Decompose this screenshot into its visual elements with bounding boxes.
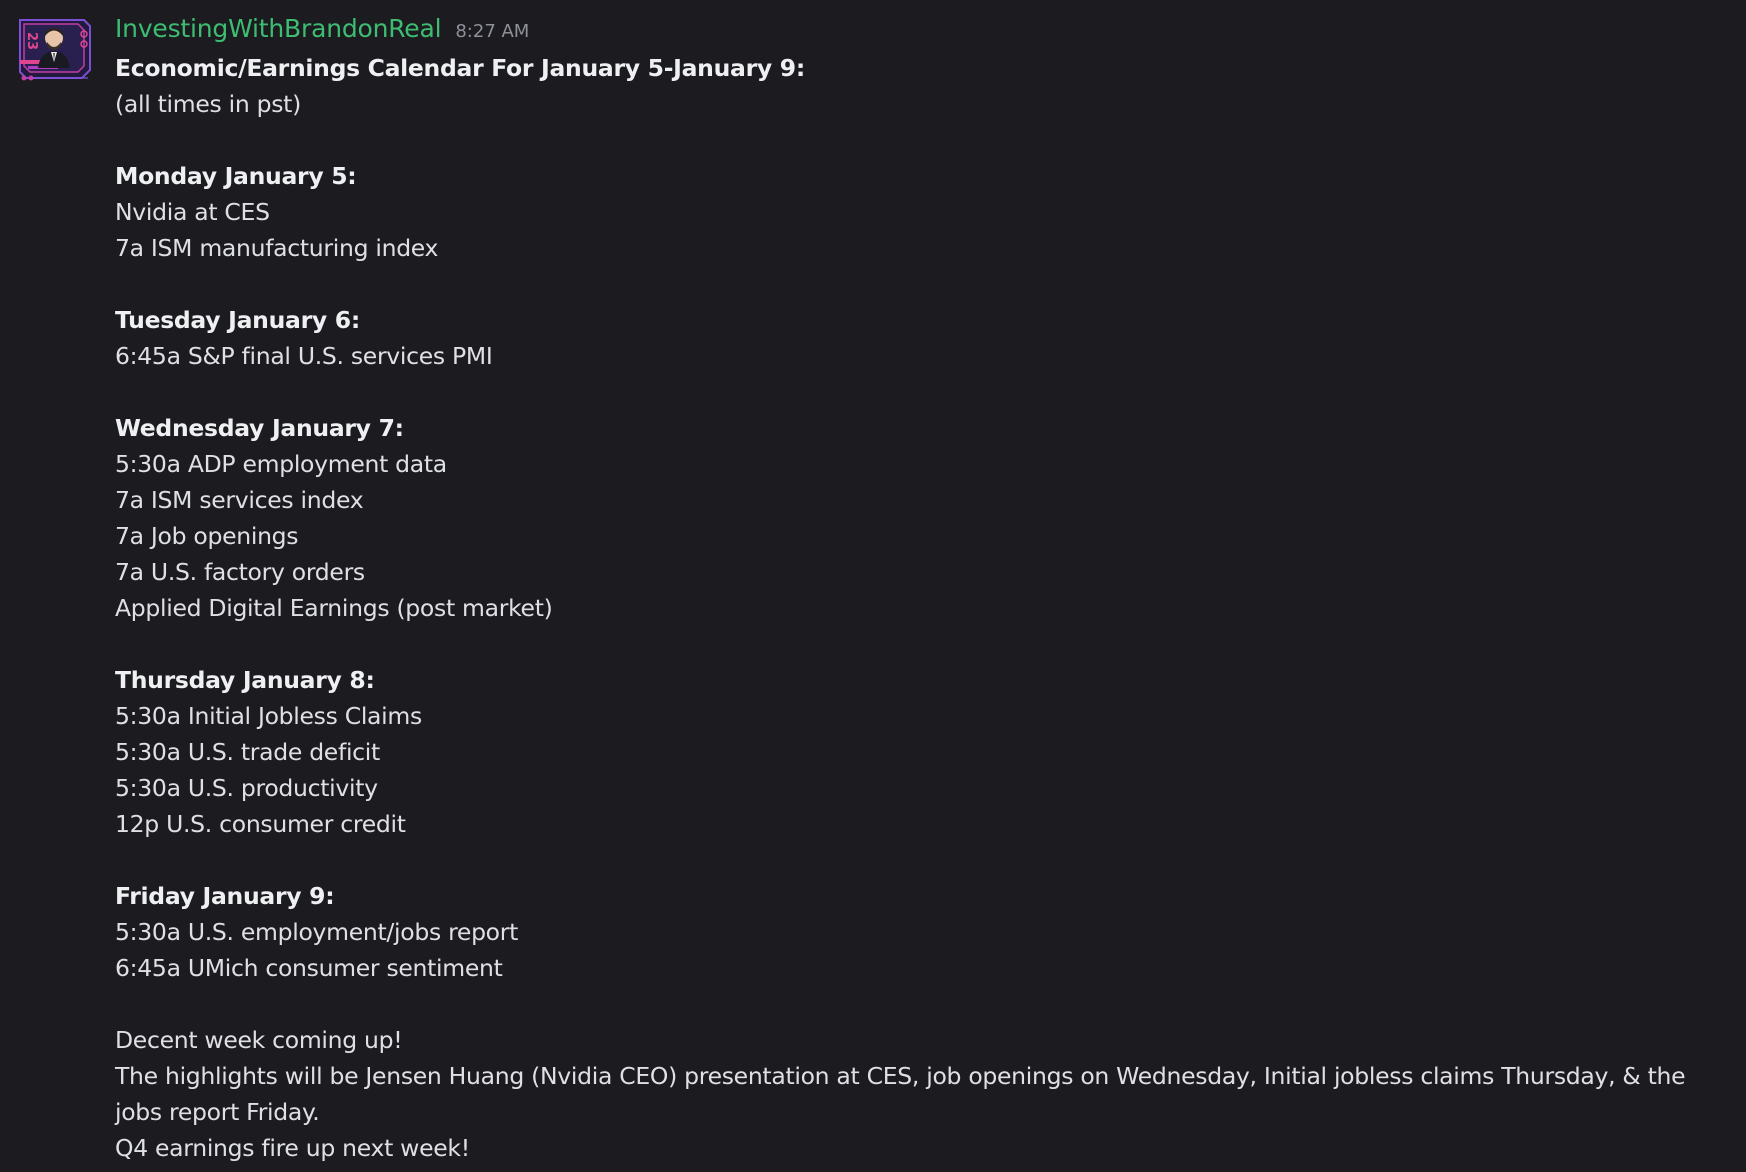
day-heading-monday: Monday January 5:	[115, 162, 357, 190]
event-item: Applied Digital Earnings (post market)	[115, 594, 553, 622]
event-item: 7a ISM services index	[115, 486, 364, 514]
event-item: Nvidia at CES	[115, 198, 270, 226]
event-item: 7a Job openings	[115, 522, 299, 550]
event-item: 5:30a ADP employment data	[115, 450, 447, 478]
event-item: 7a U.S. factory orders	[115, 558, 365, 586]
timezone-note: (all times in pst)	[115, 90, 301, 118]
username[interactable]: InvestingWithBrandonReal	[115, 14, 442, 43]
timestamp[interactable]: 8:27 AM	[455, 21, 529, 42]
event-item: 6:45a UMich consumer sentiment	[115, 954, 503, 982]
event-item: 7a ISM manufacturing index	[115, 234, 439, 262]
event-item: 5:30a U.S. productivity	[115, 774, 378, 802]
day-heading-wednesday: Wednesday January 7:	[115, 414, 404, 442]
user-avatar-icon: 23	[14, 16, 94, 88]
chat-message: 23 InvestingWithBrandonReal 8:27 AM Econ…	[0, 0, 1746, 1172]
event-item: 12p U.S. consumer credit	[115, 810, 406, 838]
closing-line: Q4 earnings fire up next week!	[115, 1134, 470, 1162]
svg-text:23: 23	[24, 32, 39, 50]
closing-highlights: The highlights will be Jensen Huang (Nvi…	[115, 1062, 1686, 1126]
event-item: 5:30a U.S. employment/jobs report	[115, 918, 519, 946]
user-avatar[interactable]: 23	[14, 16, 94, 88]
event-item: 5:30a U.S. trade deficit	[115, 738, 380, 766]
day-heading-friday: Friday January 9:	[115, 882, 335, 910]
message-header: InvestingWithBrandonReal 8:27 AM	[115, 14, 529, 50]
closing-line: Decent week coming up!	[115, 1026, 403, 1054]
event-item: 5:30a Initial Jobless Claims	[115, 702, 422, 730]
message-content: Economic/Earnings Calendar For January 5…	[115, 50, 1730, 1166]
message-title: Economic/Earnings Calendar For January 5…	[115, 54, 805, 82]
day-heading-thursday: Thursday January 8:	[115, 666, 375, 694]
day-heading-tuesday: Tuesday January 6:	[115, 306, 360, 334]
event-item: 6:45a S&P final U.S. services PMI	[115, 342, 493, 370]
